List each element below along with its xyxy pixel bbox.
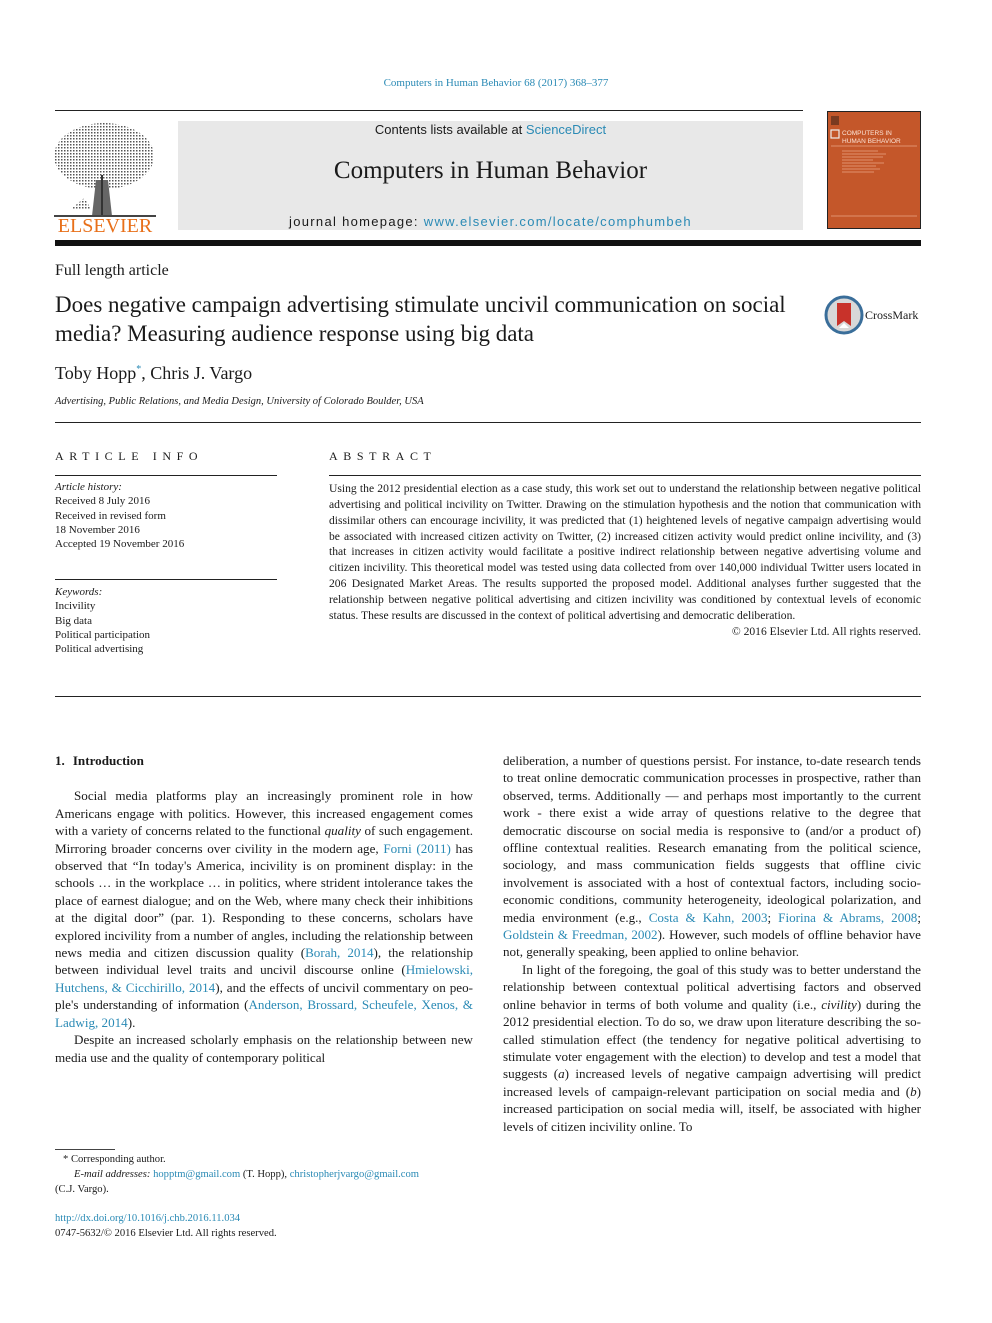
article-info-heading: ARTICLE INFO: [55, 449, 204, 463]
journal-cover-icon: COMPUTERS IN HUMAN BEHAVIOR: [830, 116, 917, 217]
svg-text:HUMAN BEHAVIOR: HUMAN BEHAVIOR: [842, 138, 901, 145]
sciencedirect-link[interactable]: ScienceDirect: [526, 122, 606, 137]
doi-block: http://dx.doi.org/10.1016/j.chb.2016.11.…: [55, 1211, 475, 1241]
abstract-rule: [329, 475, 921, 476]
issn-copyright: 0747-5632/© 2016 Elsevier Ltd. All right…: [55, 1228, 277, 1239]
header-rule-thick: [55, 240, 921, 246]
citation-link[interactable]: Costa & Kahn, 2003: [649, 910, 768, 925]
history-item: 18 November 2016: [55, 523, 140, 536]
email-link[interactable]: christopherjvargo@gmail.com: [290, 1169, 419, 1180]
email-addresses: E-mail addresses: hopptm@gmail.com (T. H…: [74, 1169, 420, 1180]
article-type: Full length article: [55, 262, 169, 279]
abstract-heading: ABSTRACT: [329, 449, 437, 463]
section-title: Introduction: [72, 753, 144, 768]
history-item: Received 8 July 2016: [55, 495, 151, 508]
journal-homepage: journal homepage: www.elsevier.com/locat…: [178, 214, 803, 229]
corresponding-author-note: * Corresponding author.: [63, 1154, 166, 1165]
body-paragraph: deliberation, a number of questions pers…: [503, 753, 921, 960]
journal-title: Computers in Human Behavior: [333, 157, 648, 184]
abstract: Using the 2012 presidential election as …: [329, 481, 921, 639]
section-number: 1.: [55, 753, 65, 768]
contents-line: Contents lists available at ScienceDirec…: [178, 122, 803, 137]
body-paragraph: In light of the foregoing, the goal of t…: [503, 961, 921, 1134]
svg-text:COMPUTERS IN: COMPUTERS IN: [842, 130, 892, 137]
author-list: Toby Hopp*, Chris J. Vargo: [55, 363, 252, 384]
crossmark-button[interactable]: CrossMark: [824, 295, 924, 337]
section-divider: [55, 422, 921, 423]
body-column-right: deliberation, a number of questions pers…: [503, 752, 921, 1135]
citation-link[interactable]: Forni (2011): [383, 841, 451, 856]
article-history-label: Article history:: [55, 481, 122, 493]
homepage-prefix: journal homepage:: [289, 214, 424, 229]
body-column-left: 1. Introduction Social media platforms pl…: [55, 752, 473, 1066]
doi-link[interactable]: http://dx.doi.org/10.1016/j.chb.2016.11.…: [55, 1211, 475, 1226]
author-separator: ,: [141, 363, 151, 383]
footnotes: * Corresponding author. E-mail addresses…: [55, 1152, 475, 1197]
keywords: Keywords: Incivility Big data Political …: [55, 585, 285, 656]
homepage-link[interactable]: www.elsevier.com/locate/comphumbeh: [424, 214, 692, 229]
body-paragraph: Social media platforms play an increasin…: [55, 788, 474, 1030]
keyword-item: Big data: [55, 614, 92, 627]
contents-prefix: Contents lists available at: [374, 122, 526, 137]
history-item: Received in revised form: [55, 509, 166, 522]
section-divider: [55, 696, 921, 697]
email-link[interactable]: hopptm@gmail.com: [153, 1169, 240, 1180]
header-rule: [55, 110, 803, 111]
section-heading: 1. Introduction: [55, 752, 473, 769]
crossmark-label: CrossMark: [865, 308, 919, 322]
article-history: Article history: Received 8 July 2016 Re…: [55, 480, 285, 551]
keyword-item: Incivility: [55, 600, 96, 613]
article-title: Does negative campaign advertising stimu…: [55, 292, 786, 346]
body-paragraph: Despite an increased scholarly emphasis …: [55, 1032, 473, 1065]
email-owner: (C.J. Vargo).: [55, 1184, 109, 1195]
abstract-copyright: © 2016 Elsevier Ltd. All rights reserved…: [731, 624, 921, 638]
keywords-label: Keywords:: [55, 586, 103, 598]
journal-citation-link[interactable]: Computers in Human Behavior 68 (2017) 36…: [0, 77, 992, 89]
citation-link[interactable]: Fiorina & Abrams, 2008: [778, 910, 917, 925]
elsevier-logo[interactable]: ELSEVIER: [52, 120, 158, 237]
author-affiliation: Advertising, Public Relations, and Media…: [55, 396, 424, 407]
article-info-rule: [55, 579, 277, 580]
elsevier-tree-icon: ELSEVIER: [54, 123, 156, 237]
keyword-item: Political participation: [55, 628, 151, 641]
history-item: Accepted 19 November 2016: [55, 538, 185, 551]
elsevier-wordmark: ELSEVIER: [58, 215, 153, 235]
crossmark-icon: [824, 295, 864, 335]
author-name[interactable]: Chris J. Vargo: [150, 363, 252, 383]
keyword-item: Political advertising: [55, 643, 144, 656]
author-name[interactable]: Toby Hopp: [55, 363, 136, 383]
footnote-rule: [55, 1149, 115, 1150]
citation-link[interactable]: Borah, 2014: [305, 945, 373, 960]
article-info-rule: [55, 475, 277, 476]
abstract-text: Using the 2012 presidential election as …: [329, 482, 921, 622]
citation-link[interactable]: Goldstein & Freedman, 2002: [503, 927, 658, 942]
journal-cover-image[interactable]: COMPUTERS IN HUMAN BEHAVIOR: [827, 111, 921, 229]
